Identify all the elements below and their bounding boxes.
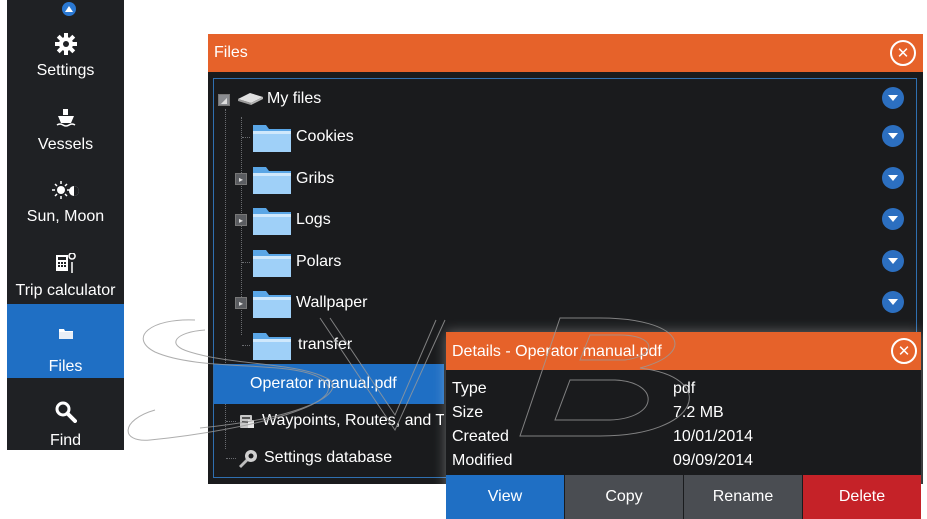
files-title: Files — [214, 44, 248, 61]
chevron-down-icon[interactable] — [882, 291, 904, 313]
detail-row-size: Size 7.2 MB — [446, 402, 921, 426]
detail-value: 09/09/2014 — [673, 452, 754, 469]
chevron-down-icon[interactable] — [882, 87, 904, 109]
close-icon[interactable]: ✕ — [890, 40, 916, 66]
sidebar-item-label: Sun, Moon — [26, 208, 105, 225]
details-title: Details - Operator manual.pdf — [452, 343, 662, 360]
detail-value: pdf — [673, 380, 696, 397]
tree-line — [226, 458, 236, 459]
detail-key: Created — [452, 428, 509, 445]
detail-value: 10/01/2014 — [673, 428, 754, 445]
sidebar-item-find[interactable]: Find — [7, 380, 124, 452]
magnifier-icon — [7, 398, 124, 426]
tree-row-my-files[interactable]: ◢ My files — [214, 79, 916, 119]
tree-line — [242, 137, 250, 138]
tree-label: Cookies — [296, 128, 354, 145]
tree-label: Settings database — [264, 449, 393, 466]
tree-label: Gribs — [296, 170, 335, 187]
sidebar-item-label: Files — [48, 358, 83, 375]
chevron-down-icon[interactable] — [882, 167, 904, 189]
sidebar: Settings Vessels Sun, Moon Trip calculat… — [7, 0, 124, 450]
folder-icon — [252, 121, 292, 153]
detail-row-type: Type pdf — [446, 378, 921, 402]
tree-label: Wallpaper — [296, 294, 368, 311]
sidebar-item-vessels[interactable]: Vessels — [7, 94, 124, 166]
tree-row-folder[interactable]: Polars — [214, 242, 916, 282]
detail-row-modified: Modified 09/09/2014 — [446, 450, 921, 474]
detail-key: Size — [452, 404, 484, 421]
tree-row-folder[interactable]: ▸ Wallpaper — [214, 283, 916, 323]
folder-icon — [252, 246, 292, 278]
detail-key: Modified — [452, 452, 513, 469]
details-dialog: Details - Operator manual.pdf ✕ Type pdf… — [446, 332, 921, 519]
chevron-down-icon[interactable] — [882, 125, 904, 147]
folder-icon — [252, 163, 292, 195]
collapse-icon[interactable]: ◢ — [218, 94, 230, 106]
files-titlebar: Files ✕ — [208, 34, 923, 72]
folder-icon — [252, 204, 292, 236]
copy-button[interactable]: Copy — [565, 475, 683, 519]
sidebar-item-label: Settings — [36, 62, 95, 79]
sidebar-item-label: Vessels — [37, 136, 94, 153]
folder-icon — [252, 329, 292, 361]
settings-database-icon — [238, 448, 260, 473]
expand-icon[interactable]: ▸ — [235, 297, 247, 309]
tree-row-folder[interactable]: ▸ Logs — [214, 200, 916, 240]
close-icon[interactable]: ✕ — [891, 338, 917, 364]
tree-label: Operator manual.pdf — [250, 375, 397, 392]
tree-line — [242, 345, 250, 346]
details-titlebar: Details - Operator manual.pdf ✕ — [446, 332, 921, 370]
expand-icon[interactable]: ▸ — [235, 214, 247, 226]
delete-button[interactable]: Delete — [803, 475, 921, 519]
sidebar-item-label: Find — [49, 432, 82, 449]
rename-button[interactable]: Rename — [684, 475, 802, 519]
calculator-icon — [7, 250, 124, 278]
database-icon — [238, 412, 256, 435]
detail-row-created: Created 10/01/2014 — [446, 426, 921, 450]
scroll-up-icon[interactable] — [62, 2, 76, 16]
tree-label: My files — [267, 90, 322, 107]
sidebar-item-label: Trip calculator — [15, 282, 116, 299]
folder-icon — [7, 320, 124, 348]
detail-value: 7.2 MB — [673, 404, 724, 421]
tree-label: transfer — [298, 336, 353, 353]
view-button[interactable]: View — [446, 475, 564, 519]
sun-moon-icon — [7, 176, 124, 204]
gear-icon — [7, 30, 124, 58]
tree-row-folder[interactable]: Cookies — [214, 117, 916, 157]
expand-icon[interactable]: ▸ — [235, 173, 247, 185]
tree-line — [226, 421, 236, 422]
tree-label: Waypoints, Routes, and Tracks database — [262, 412, 444, 429]
sidebar-item-settings[interactable]: Settings — [7, 20, 124, 92]
tree-label: Polars — [296, 253, 342, 270]
chevron-down-icon[interactable] — [882, 250, 904, 272]
drive-icon — [236, 91, 264, 110]
tree-row-selected-file[interactable]: Operator manual.pdf — [214, 364, 444, 404]
tree-label: Logs — [296, 211, 331, 228]
chevron-down-icon[interactable] — [882, 208, 904, 230]
tree-row-folder[interactable]: ▸ Gribs — [214, 159, 916, 199]
detail-key: Type — [452, 380, 487, 397]
sidebar-item-files[interactable]: Files — [7, 304, 124, 378]
vessel-icon — [7, 104, 124, 132]
sidebar-item-trip-calculator[interactable]: Trip calculator — [7, 240, 124, 312]
tree-line — [242, 262, 250, 263]
folder-icon — [252, 287, 292, 319]
sidebar-item-sun-moon[interactable]: Sun, Moon — [7, 166, 124, 238]
